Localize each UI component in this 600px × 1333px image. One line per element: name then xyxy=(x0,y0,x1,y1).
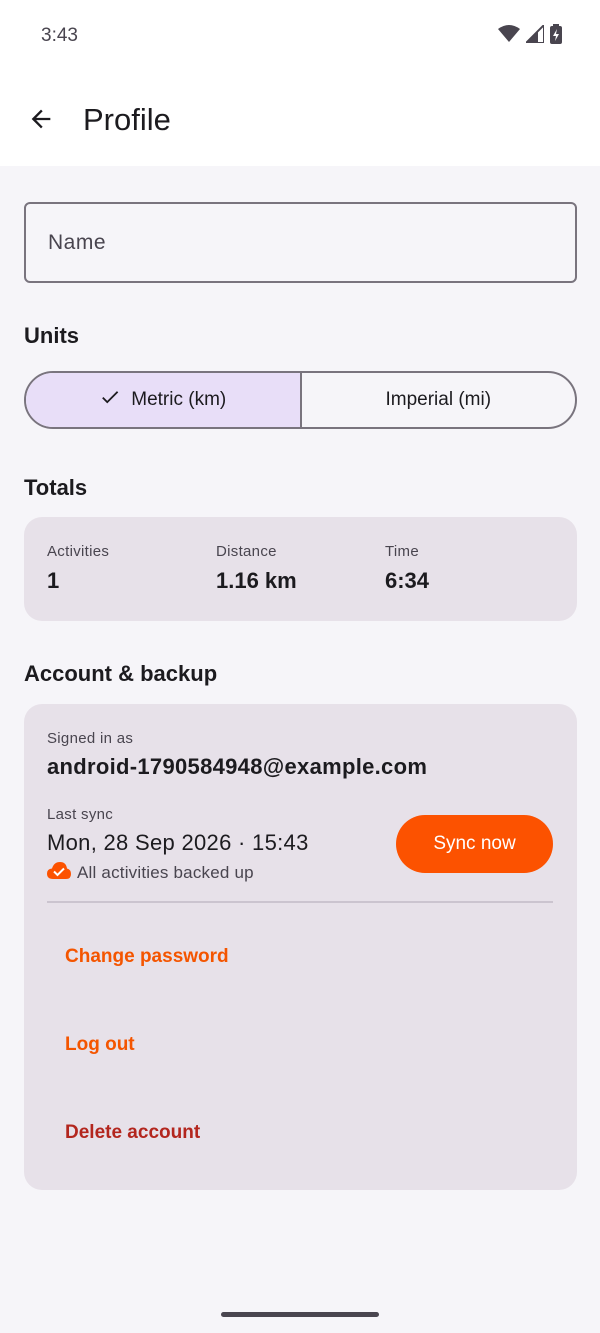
change-password-button[interactable]: Change password xyxy=(65,946,229,968)
check-icon xyxy=(99,386,121,414)
status-bar: 3:43 xyxy=(0,0,600,70)
distance-value: 1.16 km xyxy=(216,568,297,593)
top-app-bar: Profile xyxy=(0,70,600,166)
account-card: Signed in as android-1790584948@example.… xyxy=(24,704,577,1190)
account-email: android-1790584948@example.com xyxy=(47,754,428,779)
arrow-back-icon xyxy=(27,105,55,138)
time-label: Time xyxy=(385,543,419,560)
status-icons xyxy=(498,22,562,49)
signal-icon xyxy=(523,22,545,48)
name-field[interactable] xyxy=(24,202,577,283)
activities-value: 1 xyxy=(47,568,60,593)
delete-account-button[interactable]: Delete account xyxy=(65,1122,200,1144)
imperial-option[interactable]: Imperial (mi) xyxy=(302,373,576,427)
name-input[interactable] xyxy=(26,204,575,281)
account-section-title: Account & backup xyxy=(24,661,218,686)
status-time: 3:43 xyxy=(41,25,78,46)
imperial-option-label: Imperial (mi) xyxy=(385,389,492,410)
gesture-navigation-bar[interactable] xyxy=(221,1312,379,1317)
wifi-icon xyxy=(498,25,520,48)
units-segmented-button: Metric (km) Imperial (mi) xyxy=(24,371,577,429)
battery-icon xyxy=(550,24,562,49)
totals-section-title: Totals xyxy=(24,475,88,500)
metric-option-label: Metric (km) xyxy=(131,389,227,410)
sync-now-button[interactable]: Sync now xyxy=(396,815,553,873)
sync-status: All activities backed up xyxy=(47,862,254,884)
time-value: 6:34 xyxy=(385,568,430,593)
divider xyxy=(47,901,553,903)
activities-stat: Activities 1 xyxy=(47,543,109,594)
back-button[interactable] xyxy=(20,100,62,142)
page-title: Profile xyxy=(83,102,171,137)
time-stat: Time 6:34 xyxy=(385,543,429,594)
distance-stat: Distance 1.16 km xyxy=(216,543,297,594)
log-out-button[interactable]: Log out xyxy=(65,1034,135,1056)
cloud-done-icon xyxy=(47,862,71,884)
last-sync-label: Last sync xyxy=(47,806,114,823)
last-sync-value: Mon, 28 Sep 2026 · 15:43 xyxy=(47,830,309,855)
activities-label: Activities xyxy=(47,543,110,560)
distance-label: Distance xyxy=(216,543,277,560)
totals-card: Activities 1 Distance 1.16 km Time 6:34 xyxy=(24,517,577,621)
units-section-title: Units xyxy=(24,323,79,348)
metric-option[interactable]: Metric (km) xyxy=(26,373,302,427)
signed-in-label: Signed in as xyxy=(47,730,134,747)
sync-status-text: All activities backed up xyxy=(77,863,254,882)
